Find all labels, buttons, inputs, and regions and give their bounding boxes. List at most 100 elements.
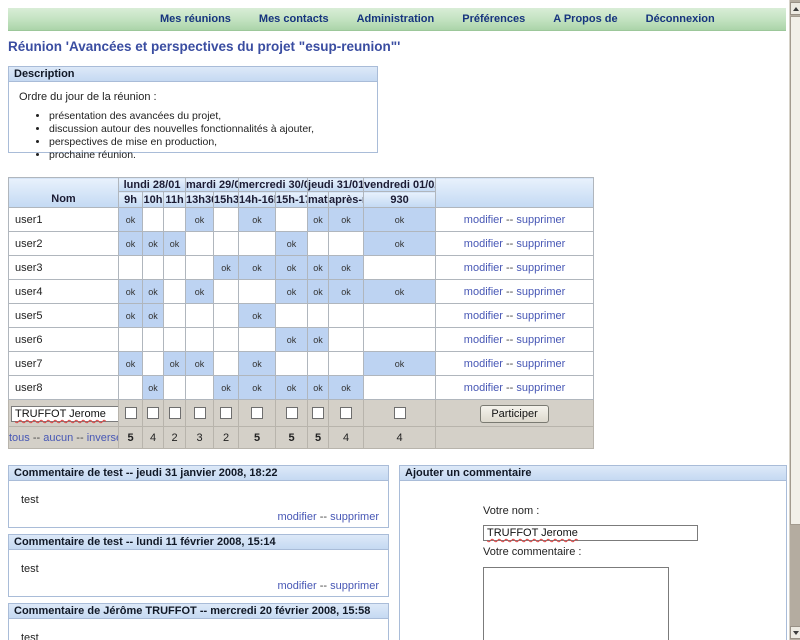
count-cell: 5	[308, 427, 329, 449]
availability-cell	[329, 304, 364, 328]
your-comment-textarea[interactable]	[483, 567, 669, 640]
nav-item-mes-reunions[interactable]: Mes réunions	[160, 13, 231, 25]
modify-link[interactable]: modifier	[464, 334, 503, 346]
slot-checkbox[interactable]	[286, 407, 298, 419]
agenda-item: prochaine réunion.	[49, 149, 367, 161]
slot-checkbox-cell	[214, 400, 239, 427]
your-name-input[interactable]: TRUFFOT Jerome	[483, 525, 698, 541]
slot-checkbox[interactable]	[251, 407, 263, 419]
availability-cell	[308, 232, 329, 256]
slot-checkbox[interactable]	[125, 407, 137, 419]
user-row: user2okokokokokmodifier -- supprimer	[9, 232, 594, 256]
slot-checkbox[interactable]	[394, 407, 406, 419]
row-actions-cell: modifier -- supprimer	[436, 304, 594, 328]
availability-body: user1okokokokokokmodifier -- supprimerus…	[9, 208, 594, 400]
description-box: Description Ordre du jour de la réunion …	[8, 66, 378, 153]
availability-cell: ok	[308, 208, 329, 232]
modify-link[interactable]: modifier	[464, 238, 503, 250]
availability-cell	[276, 304, 308, 328]
modify-link[interactable]: modifier	[464, 262, 503, 274]
vertical-scrollbar[interactable]	[789, 0, 800, 640]
availability-cell: ok	[143, 304, 164, 328]
modify-link[interactable]: modifier	[464, 286, 503, 298]
user-row: user7okokokokokmodifier -- supprimer	[9, 352, 594, 376]
user-row: user8okokokokokokmodifier -- supprimer	[9, 376, 594, 400]
comment-text: test	[21, 632, 39, 640]
availability-cell: ok	[308, 256, 329, 280]
delete-comment-link[interactable]: supprimer	[330, 580, 379, 592]
slot-checkbox[interactable]	[312, 407, 324, 419]
availability-cell: ok	[329, 376, 364, 400]
participate-button[interactable]: Participer	[480, 405, 548, 423]
invert-selection-link[interactable]: inverser	[87, 432, 119, 444]
availability-cell	[364, 328, 436, 352]
nav-item-a-propos-de[interactable]: A Propos de	[553, 13, 617, 25]
select-all-link[interactable]: tous	[9, 432, 30, 444]
nav-item-mes-contacts[interactable]: Mes contacts	[259, 13, 329, 25]
nav-item-deconnexion[interactable]: Déconnexion	[646, 13, 715, 25]
availability-cell: ok	[308, 280, 329, 304]
participant-name-input[interactable]: TRUFFOT Jerome	[11, 406, 119, 422]
availability-cell: ok	[119, 208, 143, 232]
day-header: lundi 28/01	[119, 178, 186, 192]
delete-link[interactable]: supprimer	[516, 238, 565, 250]
comments-column: Commentaire de test -- jeudi 31 janvier …	[8, 465, 389, 640]
day-header-row: Nom lundi 28/01 mardi 29/01 mercredi 30/…	[9, 178, 594, 192]
modify-link[interactable]: modifier	[464, 382, 503, 394]
count-cell: 5	[119, 427, 143, 449]
slot-checkbox[interactable]	[340, 407, 352, 419]
delete-link[interactable]: supprimer	[516, 214, 565, 226]
user-row: user4okokokokokokokmodifier -- supprimer	[9, 280, 594, 304]
scroll-up-icon	[793, 7, 799, 11]
user-name-cell: user4	[9, 280, 119, 304]
availability-cell: ok	[364, 208, 436, 232]
user-name-cell: user8	[9, 376, 119, 400]
comment-text: test	[21, 563, 39, 575]
modify-link[interactable]: modifier	[464, 310, 503, 322]
comment-text: test	[21, 494, 39, 506]
delete-link[interactable]: supprimer	[516, 262, 565, 274]
scroll-down-button[interactable]	[790, 626, 800, 639]
scrollbar-thumb[interactable]	[790, 16, 800, 525]
availability-cell	[143, 352, 164, 376]
availability-cell	[214, 328, 239, 352]
delete-comment-link[interactable]: supprimer	[330, 511, 379, 523]
scroll-up-button[interactable]	[790, 2, 800, 15]
availability-cell	[164, 208, 186, 232]
agenda-item: présentation des avancées du projet,	[49, 110, 367, 122]
comment-header: Commentaire de Jérôme TRUFFOT -- mercred…	[9, 604, 388, 619]
slot-checkbox[interactable]	[169, 407, 181, 419]
row-actions-cell: modifier -- supprimer	[436, 280, 594, 304]
user-name-cell: user5	[9, 304, 119, 328]
availability-cell: ok	[119, 352, 143, 376]
delete-link[interactable]: supprimer	[516, 286, 565, 298]
modify-comment-link[interactable]: modifier	[278, 580, 317, 592]
nav-item-preferences[interactable]: Préférences	[462, 13, 525, 25]
availability-cell	[308, 352, 329, 376]
availability-cell	[119, 328, 143, 352]
availability-cell: ok	[364, 352, 436, 376]
delete-link[interactable]: supprimer	[516, 310, 565, 322]
day-header: vendredi 01/02	[364, 178, 436, 192]
availability-cell: ok	[164, 352, 186, 376]
nav-item-administration[interactable]: Administration	[357, 13, 435, 25]
availability-cell	[186, 328, 214, 352]
slot-checkbox[interactable]	[194, 407, 206, 419]
modify-comment-link[interactable]: modifier	[278, 511, 317, 523]
availability-cell	[214, 208, 239, 232]
slot-checkbox[interactable]	[220, 407, 232, 419]
delete-link[interactable]: supprimer	[516, 382, 565, 394]
user-row: user1okokokokokokmodifier -- supprimer	[9, 208, 594, 232]
availability-cell: ok	[214, 256, 239, 280]
select-none-link[interactable]: aucun	[43, 432, 73, 444]
availability-cell	[119, 256, 143, 280]
slot-checkbox[interactable]	[147, 407, 159, 419]
delete-link[interactable]: supprimer	[516, 358, 565, 370]
delete-link[interactable]: supprimer	[516, 334, 565, 346]
modify-link[interactable]: modifier	[464, 358, 503, 370]
count-cell: 3	[186, 427, 214, 449]
row-actions-cell: modifier -- supprimer	[436, 208, 594, 232]
availability-cell	[364, 376, 436, 400]
user-name-cell: user3	[9, 256, 119, 280]
modify-link[interactable]: modifier	[464, 214, 503, 226]
